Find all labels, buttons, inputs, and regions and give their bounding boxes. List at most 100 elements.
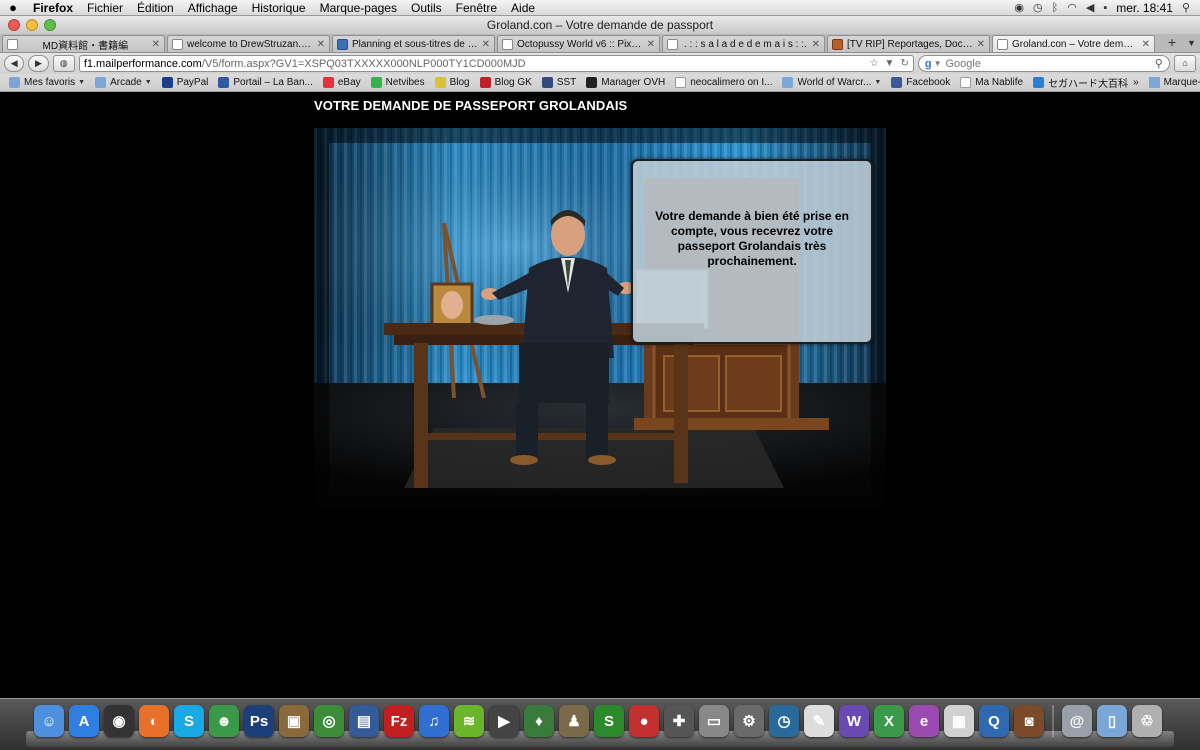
bookmarks-menu[interactable]: » Marque-pages ▼: [1133, 77, 1200, 88]
menu-aide[interactable]: Aide: [504, 1, 542, 15]
clapper-icon[interactable]: ▶: [489, 705, 519, 737]
menu-firefox[interactable]: Firefox: [26, 1, 80, 15]
close-tab-icon[interactable]: ✕: [647, 39, 655, 50]
close-tab-icon[interactable]: ✕: [482, 39, 490, 50]
preview-icon[interactable]: ▣: [279, 705, 309, 737]
close-tab-icon[interactable]: ✕: [812, 39, 820, 50]
flag-icon[interactable]: ▪: [1103, 2, 1107, 14]
bookmark-facebook[interactable]: Facebook: [886, 77, 955, 88]
filezilla-icon[interactable]: Fz: [384, 705, 414, 737]
excel-icon[interactable]: X: [874, 705, 904, 737]
tab-octopussy[interactable]: Octopussy World v6 :: Pixel ... ✕: [497, 35, 660, 52]
bookmark-portail[interactable]: Portail – La Ban...: [213, 77, 318, 88]
reload-icon[interactable]: ↻: [900, 58, 908, 69]
quicktime-icon[interactable]: Q: [979, 705, 1009, 737]
disk-icon[interactable]: ▭: [699, 705, 729, 737]
volume-icon[interactable]: ◀: [1086, 1, 1094, 14]
apple-menu-icon[interactable]: ●: [0, 0, 26, 15]
time-machine-icon[interactable]: ◷: [769, 705, 799, 737]
identity-button[interactable]: ◍: [52, 55, 75, 72]
close-tab-icon[interactable]: ✕: [317, 39, 325, 50]
messenger-icon[interactable]: ☻: [209, 705, 239, 737]
trash-icon[interactable]: ♲: [1132, 705, 1162, 737]
bookmark-ebay[interactable]: eBay: [318, 77, 366, 88]
google-engine-icon[interactable]: g: [925, 58, 932, 70]
bookmark-arcade[interactable]: Arcade ▼: [90, 77, 157, 88]
back-button[interactable]: ◀: [4, 55, 25, 72]
menu-edition[interactable]: Édition: [130, 1, 181, 15]
forward-button[interactable]: ▶: [28, 55, 49, 72]
tab-planning[interactable]: Planning et sous-titres de la... ✕: [332, 35, 495, 52]
status-app-icon[interactable]: ◉: [1014, 1, 1024, 14]
close-tab-icon[interactable]: ✕: [152, 39, 160, 50]
mail-icon[interactable]: @: [1062, 705, 1092, 737]
menu-outils[interactable]: Outils: [404, 1, 449, 15]
bookmark-netvibes[interactable]: Netvibes: [366, 77, 430, 88]
entourage-icon[interactable]: e: [909, 705, 939, 737]
history-dropdown-icon[interactable]: ▼: [885, 58, 895, 69]
search-engine-dropdown-icon[interactable]: ▼: [934, 59, 942, 68]
photoshop-icon[interactable]: Ps: [244, 705, 274, 737]
bookmark-blog-gk[interactable]: Blog GK: [475, 77, 537, 88]
wifi-icon[interactable]: ◠: [1067, 1, 1077, 14]
close-tab-icon[interactable]: ✕: [1142, 39, 1150, 50]
menu-affichage[interactable]: Affichage: [181, 1, 245, 15]
tab-tv-rip[interactable]: [TV RIP] Reportages, Docum... ✕: [827, 35, 990, 52]
skype-icon[interactable]: S: [174, 705, 204, 737]
books-icon[interactable]: ▤: [349, 705, 379, 737]
bookmark-star-icon[interactable]: ☆: [870, 58, 879, 69]
search-bar[interactable]: g ▼ Google ⚲: [917, 55, 1170, 72]
bookmark-mes-favoris[interactable]: Mes favoris ▼: [4, 77, 90, 88]
firefox-icon[interactable]: ◐: [139, 705, 169, 737]
bookmark-label: Ma Nablife: [975, 77, 1024, 88]
system-preferences-icon[interactable]: ⚙: [734, 705, 764, 737]
search-icon[interactable]: ⚲: [1155, 57, 1163, 70]
close-window-button[interactable]: [8, 19, 20, 31]
home-button[interactable]: ⌂: [1173, 55, 1196, 72]
bookmark-world-of-warcraft[interactable]: World of Warcr... ▼: [777, 77, 886, 88]
dashboard-icon[interactable]: ◉: [104, 705, 134, 737]
tab-md[interactable]: MD資料館・書籍編 ✕: [2, 35, 165, 52]
textedit-icon[interactable]: ✎: [804, 705, 834, 737]
bookmark-paypal[interactable]: PayPal: [157, 77, 214, 88]
bookmark-ma-nablife[interactable]: Ma Nablife: [955, 77, 1028, 88]
automator-icon[interactable]: ♟: [559, 705, 589, 737]
url-bar[interactable]: f1.mailperformance.com/V5/form.aspx?GV1=…: [78, 55, 914, 72]
bookmark-neocalimero[interactable]: neocalimero on I...: [670, 77, 777, 88]
menubar-clock[interactable]: mer. 18:41: [1116, 1, 1173, 15]
menu-historique[interactable]: Historique: [245, 1, 313, 15]
menu-fenetre[interactable]: Fenêtre: [449, 1, 504, 15]
bookmark-manager-ovh[interactable]: Manager OVH: [581, 77, 670, 88]
minimize-window-button[interactable]: [26, 19, 38, 31]
calendar-icon[interactable]: ▦: [944, 705, 974, 737]
app-store-icon[interactable]: A: [69, 705, 99, 737]
tab-groland[interactable]: Groland.con – Votre demand... ✕: [992, 35, 1155, 52]
time-machine-status-icon[interactable]: ◷: [1033, 1, 1043, 14]
bookmark-sega[interactable]: セガハード大百科: [1028, 75, 1133, 90]
bookmark-sst[interactable]: SST: [537, 77, 581, 88]
documents-folder-icon[interactable]: ▯: [1097, 705, 1127, 737]
tab-list-dropdown-icon[interactable]: ▼: [1187, 38, 1196, 48]
bluetooth-icon[interactable]: ᛒ: [1052, 2, 1059, 14]
spotify-icon[interactable]: ≋: [454, 705, 484, 737]
zoom-window-button[interactable]: [44, 19, 56, 31]
finder-icon[interactable]: ☺: [34, 705, 64, 737]
pin-icon[interactable]: ●: [629, 705, 659, 737]
spotlight-icon[interactable]: ⚲: [1182, 1, 1190, 14]
menu-fichier[interactable]: Fichier: [80, 1, 130, 15]
photo-booth-icon[interactable]: ◙: [1014, 705, 1044, 737]
chrome-icon[interactable]: ◎: [314, 705, 344, 737]
new-tab-button[interactable]: +: [1161, 35, 1183, 52]
menu-marque-pages[interactable]: Marque-pages: [313, 1, 404, 15]
scrivener-icon[interactable]: S: [594, 705, 624, 737]
close-tab-icon[interactable]: ✕: [977, 39, 985, 50]
itunes-icon[interactable]: ♫: [419, 705, 449, 737]
bookmarks-menu-icon: [1148, 77, 1160, 88]
word-icon[interactable]: W: [839, 705, 869, 737]
tab-drewstruzan[interactable]: welcome to DrewStruzan.com ✕: [167, 35, 330, 52]
tab-saladedemais[interactable]: . : : s a l a d e d e m a i s : :. ✕: [662, 35, 825, 52]
leaf-icon[interactable]: ♦: [524, 705, 554, 737]
bookmark-blog[interactable]: Blog: [430, 77, 475, 88]
chevron-right-icon[interactable]: »: [1133, 77, 1139, 88]
gamepad-icon[interactable]: ✚: [664, 705, 694, 737]
